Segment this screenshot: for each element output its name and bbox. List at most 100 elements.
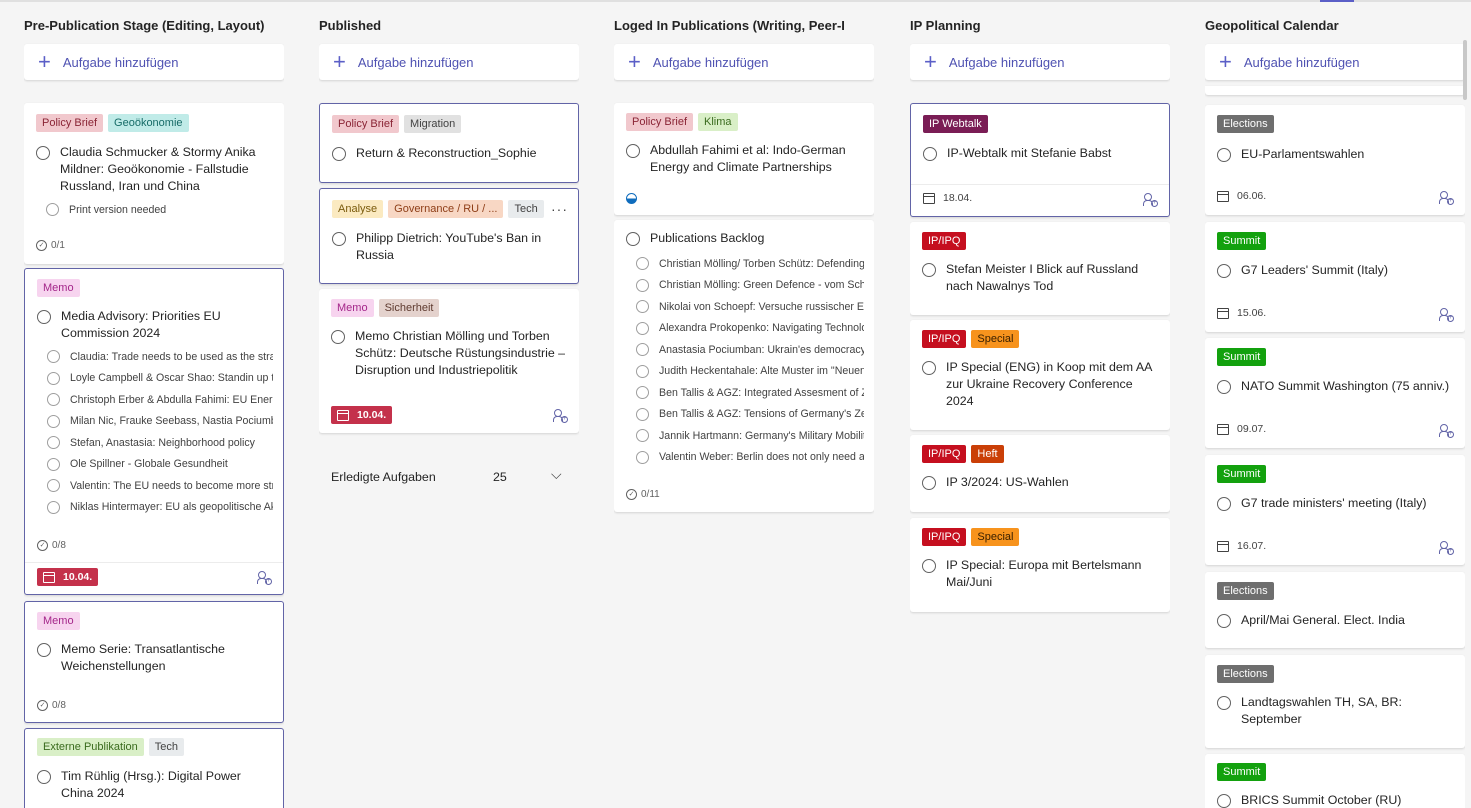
- assign-icon[interactable]: +: [1439, 308, 1454, 322]
- assign-icon[interactable]: +: [257, 571, 272, 585]
- task-card[interactable]: Summit BRICS Summit October (RU): [1205, 754, 1465, 808]
- checklist-checkbox[interactable]: [47, 457, 60, 471]
- task-card[interactable]: Memo Memo Serie: Transatlantische Weiche…: [24, 601, 284, 723]
- checklist-checkbox[interactable]: [636, 321, 649, 335]
- due-date[interactable]: 15.06.: [1217, 307, 1266, 319]
- task-card[interactable]: Policy Brief Klima Abdullah Fahimi et al…: [614, 103, 874, 215]
- complete-checkbox[interactable]: [923, 147, 937, 161]
- task-card[interactable]: Elections April/Mai General. Elect. Indi…: [1205, 572, 1465, 648]
- checklist-checkbox[interactable]: [47, 393, 60, 407]
- assign-icon[interactable]: +: [1439, 191, 1454, 205]
- complete-checkbox[interactable]: [332, 232, 346, 246]
- checklist-checkbox[interactable]: [47, 414, 60, 428]
- checklist-item[interactable]: Stefan, Anastasia: Neighborhood policy: [37, 432, 273, 454]
- due-date-overdue[interactable]: 10.04.: [37, 568, 99, 586]
- checklist-item[interactable]: Valentin: The EU needs to become more st…: [37, 475, 273, 497]
- checklist-checkbox[interactable]: [636, 364, 649, 378]
- task-card[interactable]: Externe Publikation Tech Tim Rühlig (Hrs…: [24, 728, 284, 808]
- due-date[interactable]: 18.04.: [923, 192, 972, 204]
- complete-checkbox[interactable]: [36, 146, 50, 160]
- complete-checkbox[interactable]: [1217, 614, 1231, 628]
- add-task-button[interactable]: + Aufgabe hinzufügen: [24, 44, 284, 80]
- complete-checkbox[interactable]: [922, 476, 936, 490]
- complete-checkbox[interactable]: [1217, 148, 1231, 162]
- checklist-item[interactable]: Alexandra Prokopenko: Navigating Technol…: [626, 318, 864, 340]
- add-task-button[interactable]: + Aufgabe hinzufügen: [1205, 44, 1465, 80]
- complete-checkbox[interactable]: [1217, 696, 1231, 710]
- assign-icon[interactable]: +: [1143, 193, 1158, 207]
- complete-checkbox[interactable]: [626, 232, 640, 246]
- complete-checkbox[interactable]: [1217, 380, 1231, 394]
- task-card[interactable]: Analyse Governance / RU / ... Tech ··· P…: [319, 188, 579, 284]
- task-card[interactable]: IP Webtalk IP-Webtalk mit Stefanie Babst…: [910, 103, 1170, 217]
- checklist-checkbox[interactable]: [636, 257, 649, 271]
- checklist-checkbox[interactable]: [47, 500, 60, 514]
- complete-checkbox[interactable]: [1217, 497, 1231, 511]
- assign-icon[interactable]: +: [1439, 424, 1454, 438]
- checklist-checkbox[interactable]: [636, 450, 649, 464]
- task-card[interactable]: IP/IPQ Heft IP 3/2024: US-Wahlen: [910, 435, 1170, 512]
- checklist-checkbox[interactable]: [636, 343, 649, 357]
- task-card[interactable]: Elections Landtagswahlen TH, SA, BR: Sep…: [1205, 655, 1465, 748]
- checklist-checkbox[interactable]: [636, 407, 649, 421]
- checklist-item[interactable]: Milan Nic, Frauke Seebass, Nastia Pocium…: [37, 411, 273, 433]
- task-card[interactable]: Summit NATO Summit Washington (75 anniv.…: [1205, 338, 1465, 448]
- checklist-item[interactable]: Christian Mölling: Green Defence - vom S…: [626, 275, 864, 297]
- checklist-item[interactable]: Jannik Hartmann: Germany's Military Mobi…: [626, 425, 864, 447]
- checklist-checkbox[interactable]: [636, 278, 649, 292]
- in-progress-icon[interactable]: [626, 193, 637, 204]
- complete-checkbox[interactable]: [1217, 794, 1231, 808]
- checklist-item[interactable]: Ben Tallis & AGZ: Integrated Assesment o…: [626, 382, 864, 404]
- complete-checkbox[interactable]: [922, 559, 936, 573]
- complete-checkbox[interactable]: [626, 144, 640, 158]
- complete-checkbox[interactable]: [1217, 264, 1231, 278]
- add-task-button[interactable]: + Aufgabe hinzufügen: [910, 44, 1170, 80]
- task-card-partial[interactable]: [1205, 86, 1465, 95]
- due-date[interactable]: 09.07.: [1217, 423, 1266, 435]
- checklist-item[interactable]: Anastasia Pociumban: Ukrain'es democracy…: [626, 339, 864, 361]
- complete-checkbox[interactable]: [331, 330, 345, 344]
- bucket-title[interactable]: Pre-Publication Stage (Editing, Layout): [24, 18, 284, 33]
- checklist-item[interactable]: Valentin Weber: Berlin does not only nee…: [626, 447, 864, 469]
- checklist-item[interactable]: Christian Mölling/ Torben Schütz: Defend…: [626, 253, 864, 275]
- checklist-item[interactable]: Loyle Campbell & Oscar Shao: Standin up …: [37, 368, 273, 390]
- bucket-title[interactable]: Geopolitical Calendar: [1205, 18, 1465, 33]
- complete-checkbox[interactable]: [332, 147, 346, 161]
- bucket-title[interactable]: Loged In Publications (Writing, Peer-Rev…: [614, 18, 844, 33]
- due-date-overdue[interactable]: 10.04.: [331, 406, 393, 424]
- checklist-item[interactable]: Niklas Hintermayer: EU als geopolitische…: [37, 497, 273, 519]
- task-card[interactable]: Policy Brief Migration Return & Reconstr…: [319, 103, 579, 183]
- complete-checkbox[interactable]: [37, 770, 51, 784]
- add-task-button[interactable]: + Aufgabe hinzufügen: [614, 44, 874, 80]
- checklist-checkbox[interactable]: [636, 300, 649, 314]
- checklist-checkbox[interactable]: [47, 436, 60, 450]
- checklist-item[interactable]: Claudia: Trade needs to be used as the s…: [37, 346, 273, 368]
- bucket-title[interactable]: Published: [319, 18, 579, 33]
- complete-checkbox[interactable]: [37, 643, 51, 657]
- task-card[interactable]: Summit G7 trade ministers' meeting (Ital…: [1205, 455, 1465, 565]
- complete-checkbox[interactable]: [922, 361, 936, 375]
- due-date[interactable]: 06.06.: [1217, 190, 1266, 202]
- checklist-item[interactable]: Ben Tallis & AGZ: Tensions of Germany's …: [626, 404, 864, 426]
- vertical-scrollbar[interactable]: [1463, 40, 1467, 100]
- add-task-button[interactable]: + Aufgabe hinzufügen: [319, 44, 579, 80]
- task-card[interactable]: Summit G7 Leaders' Summit (Italy) 15.06.…: [1205, 222, 1465, 332]
- checklist-checkbox[interactable]: [636, 386, 649, 400]
- checklist-item[interactable]: Print version needed: [36, 199, 274, 221]
- complete-checkbox[interactable]: [37, 310, 51, 324]
- checklist-checkbox[interactable]: [47, 350, 60, 364]
- checklist-checkbox[interactable]: [47, 371, 60, 385]
- task-card[interactable]: IP/IPQ Stefan Meister I Blick auf Russla…: [910, 222, 1170, 315]
- checklist-checkbox[interactable]: [46, 203, 59, 217]
- task-card[interactable]: Policy Brief Geoökonomie Claudia Schmuck…: [24, 103, 284, 264]
- checklist-item[interactable]: Nikolai von Schoepf: Versuche russischer…: [626, 296, 864, 318]
- task-card[interactable]: Memo Sicherheit Memo Christian Mölling u…: [319, 289, 579, 433]
- task-card[interactable]: IP/IPQ Special IP Special (ENG) in Koop …: [910, 320, 1170, 430]
- bucket-title[interactable]: IP Planning: [910, 18, 1170, 33]
- assign-icon[interactable]: +: [1439, 541, 1454, 555]
- completed-tasks-toggle[interactable]: Erledigte Aufgaben 25 ⌵: [331, 466, 571, 484]
- assign-icon[interactable]: +: [553, 409, 568, 423]
- due-date[interactable]: 16.07.: [1217, 540, 1266, 552]
- checklist-checkbox[interactable]: [47, 479, 60, 493]
- checklist-checkbox[interactable]: [636, 429, 649, 443]
